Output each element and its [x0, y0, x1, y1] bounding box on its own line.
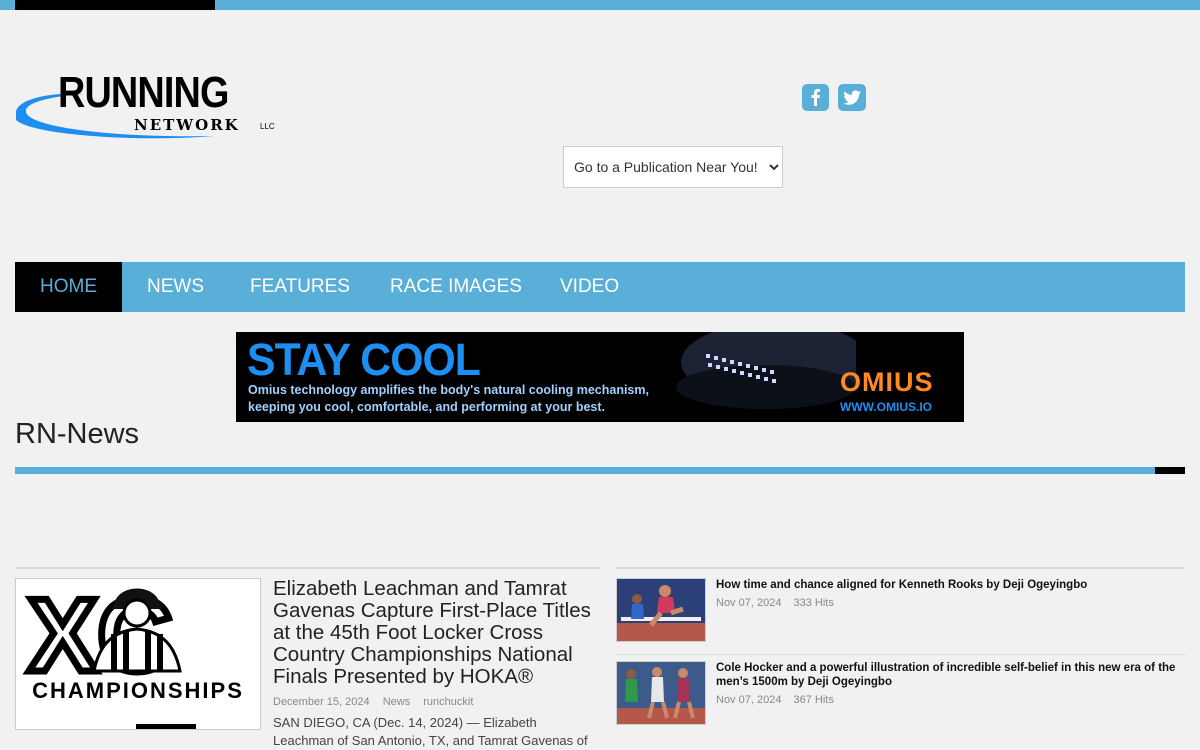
logo-running-text: RUNNING	[58, 68, 229, 117]
xc-championships-logo: XC CHAMPIONSHIPS	[25, 579, 244, 729]
nav-video[interactable]: VIDEO	[560, 262, 619, 312]
nav-race-images[interactable]: RACE IMAGES	[390, 262, 522, 312]
sidebar-article-date: Nov 07, 2024	[716, 694, 782, 706]
featured-category[interactable]: News	[383, 696, 411, 708]
nav-home[interactable]: HOME	[15, 262, 122, 312]
logo-network-text: NETWORK	[134, 116, 240, 134]
sidebar-article-thumbnail[interactable]	[616, 661, 706, 725]
middle-distance-race-photo	[617, 662, 705, 724]
sidebar-article-meta: Nov 07, 2024 333 Hits	[716, 597, 843, 609]
top-accent-bar-dark	[15, 0, 215, 10]
banner-headline: STAY COOL	[247, 334, 481, 385]
facebook-icon	[811, 89, 820, 106]
xc-logo-subtitle: CHAMPIONSHIPS	[32, 678, 244, 703]
banner-text-line-1: Omius technology amplifies the body's na…	[248, 383, 649, 397]
publication-select[interactable]: Go to a Publication Near You!	[563, 146, 783, 188]
logo-llc-text: LLC	[260, 122, 275, 131]
sidebar-item-divider	[616, 654, 1186, 655]
twitter-icon	[843, 90, 861, 105]
featured-image[interactable]: XC CHAMPIONSHIPS	[15, 578, 261, 730]
featured-article-title[interactable]: Elizabeth Leachman and Tamrat Gavenas Ca…	[273, 578, 598, 688]
banner-cap-graphic	[676, 332, 856, 409]
sidebar-article[interactable]: Cole Hocker and a powerful illustration …	[616, 661, 1186, 731]
sidebar-article-title[interactable]: How time and chance aligned for Kenneth …	[716, 578, 1184, 592]
sidebar-article-meta: Nov 07, 2024 367 Hits	[716, 694, 843, 706]
nav-features[interactable]: FEATURES	[250, 262, 350, 312]
main-nav: HOME NEWS FEATURES RACE IMAGES VIDEO	[15, 262, 1185, 312]
banner-url: WWW.OMIUS.IO	[840, 400, 932, 414]
section-divider-end	[1155, 467, 1185, 474]
featured-author[interactable]: runchuckit	[423, 696, 473, 708]
section-title: RN-News	[15, 418, 140, 450]
banner-brand: OMIUS	[840, 367, 934, 397]
ad-banner[interactable]: STAY COOL Omius technology amplifies the…	[236, 332, 964, 422]
sidebar-article[interactable]: How time and chance aligned for Kenneth …	[616, 578, 1186, 655]
sidebar-article-title[interactable]: Cole Hocker and a powerful illustration …	[716, 661, 1184, 689]
sidebar-article-date: Nov 07, 2024	[716, 597, 782, 609]
featured-article-meta: December 15, 2024 News runchuckit	[273, 696, 483, 708]
section-divider	[15, 467, 1185, 474]
banner-text-line-2: keeping you cool, comfortable, and perfo…	[248, 400, 605, 414]
featured-rule	[15, 567, 600, 569]
top-accent-bar	[0, 0, 1200, 10]
sidebar-rule	[615, 567, 1185, 569]
sidebar-article-thumbnail[interactable]	[616, 578, 706, 642]
facebook-link[interactable]	[802, 84, 829, 111]
twitter-link[interactable]	[838, 84, 866, 111]
site-logo[interactable]: RUNNING NETWORK LLC	[14, 70, 284, 144]
nav-news[interactable]: NEWS	[147, 262, 204, 312]
hurdle-race-photo	[617, 579, 705, 641]
sidebar-article-hits: 367 Hits	[793, 694, 834, 706]
sidebar-article-hits: 333 Hits	[793, 597, 834, 609]
featured-article-summary: SAN DIEGO, CA (Dec. 14, 2024) — Elizabet…	[273, 715, 588, 748]
featured-date: December 15, 2024	[273, 696, 370, 708]
